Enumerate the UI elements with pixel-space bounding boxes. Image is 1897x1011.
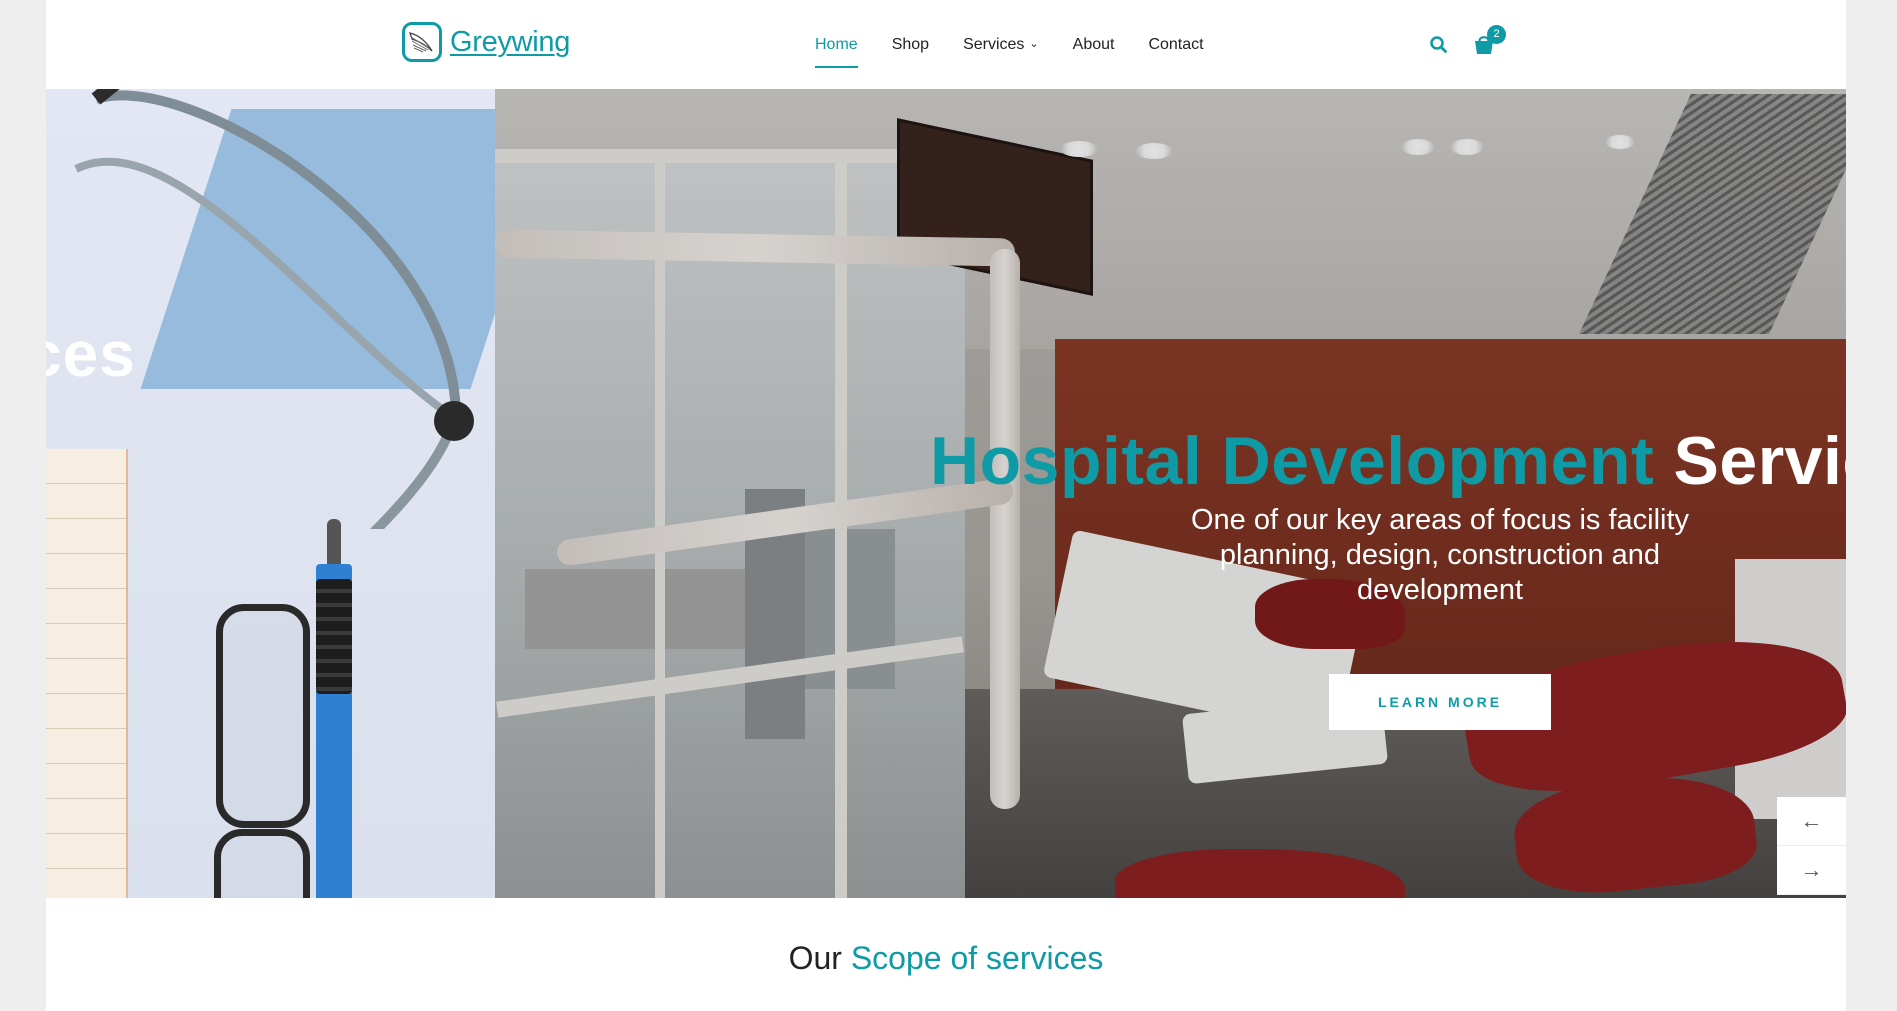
nav-item-shop[interactable]: Shop	[892, 36, 929, 54]
nav-item-home[interactable]: Home	[815, 36, 858, 68]
nav-item-about[interactable]: About	[1073, 36, 1115, 54]
nav-item-contact[interactable]: Contact	[1148, 36, 1203, 54]
previous-slide-image: ces	[46, 89, 495, 898]
slider-prev-button[interactable]: ←	[1777, 797, 1846, 846]
cart-count-badge: 2	[1487, 25, 1506, 44]
arrow-left-icon: ←	[1800, 808, 1823, 833]
logo-link[interactable]: Greywing	[402, 22, 570, 62]
chevron-down-icon: ⌄	[1029, 37, 1039, 50]
nav-item-services-label: Services	[963, 35, 1025, 53]
stethoscope-image	[74, 89, 474, 529]
scope-title-accent: Scope of services	[850, 940, 1104, 976]
nav-item-services[interactable]: Services ⌄	[963, 36, 1039, 54]
glasses-image	[216, 604, 310, 828]
hero-title-rest: Service	[1673, 423, 1846, 499]
scope-section-title: Our Scope of services	[46, 940, 1846, 977]
hero-title: Hospital Development Service	[930, 422, 1846, 500]
arrow-right-icon: →	[1800, 857, 1823, 882]
page: Greywing Home Shop Services ⌄ About Conta…	[46, 0, 1846, 1011]
hero-subtitle: One of our key areas of focus is facilit…	[1190, 504, 1690, 606]
pen-tip-image	[327, 519, 341, 569]
glasses-lens-lower	[214, 829, 310, 898]
slider-next-button[interactable]: →	[1777, 846, 1846, 895]
scope-title-plain: Our	[788, 940, 851, 976]
main-nav: Home Shop Services ⌄ About Contact	[815, 0, 1238, 89]
brand-name: Greywing	[450, 25, 571, 58]
hero-title-accent: Hospital Development	[930, 423, 1655, 499]
learn-more-button[interactable]: LEARN MORE	[1329, 674, 1551, 730]
hero-slider: ces	[46, 89, 1846, 898]
pen-grip-image	[316, 579, 352, 694]
search-icon[interactable]	[1427, 33, 1451, 57]
wing-logo-icon	[402, 22, 442, 62]
previous-slide-title: ces	[46, 318, 136, 390]
site-header: Greywing Home Shop Services ⌄ About Conta…	[46, 0, 1846, 89]
